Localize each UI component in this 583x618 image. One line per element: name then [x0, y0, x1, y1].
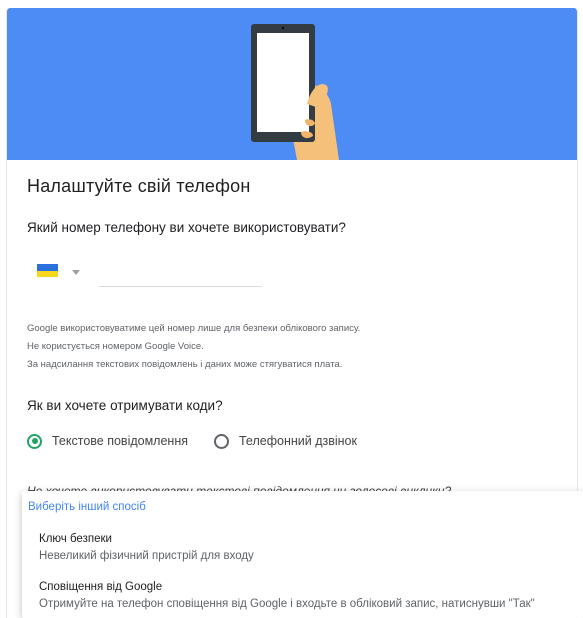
phone-number-input[interactable]: [99, 258, 262, 287]
radio-phone-call[interactable]: Телефонний дзвінок: [214, 432, 357, 450]
menu-item-subtitle: Невеликий фізичний пристрій для входу: [39, 550, 254, 562]
ukraine-flag-icon: [37, 264, 58, 277]
menu-item-google-prompt[interactable]: Сповіщення від Google Отримуйте на телеф…: [39, 579, 579, 613]
phone-question: Який номер телефону ви хочете використов…: [27, 220, 346, 235]
menu-item-title: Ключ безпеки: [39, 533, 112, 545]
codes-question: Як ви хочете отримувати коди?: [27, 398, 223, 413]
radio-checked-icon: [27, 433, 42, 449]
radio-label: Телефонний дзвінок: [239, 434, 357, 448]
menu-item-subtitle: Отримуйте на телефон сповіщення від Goog…: [39, 598, 535, 610]
hero-banner: [7, 8, 577, 160]
note-line: Не користується номером Google Voice.: [27, 341, 204, 352]
phone-notes: Google використовуватиме цей номер лише …: [27, 320, 360, 374]
menu-item-title: Сповіщення від Google: [39, 581, 163, 593]
choose-other-method-link[interactable]: Виберіть інший спосіб: [28, 501, 146, 513]
page-title: Налаштуйте свій телефон: [27, 176, 251, 196]
radio-unchecked-icon: [214, 433, 229, 449]
note-line: За надсилання текстових повідомлень і да…: [27, 359, 343, 370]
radio-label: Текстове повідомлення: [52, 434, 189, 448]
alternative-method-menu: Виберіть інший спосіб Ключ безпеки Невел…: [22, 491, 583, 618]
country-selector[interactable]: [37, 260, 87, 282]
chevron-down-icon: [72, 270, 80, 275]
hand-holding-phone-illustration: [251, 24, 339, 160]
radio-text-message[interactable]: Текстове повідомлення: [27, 432, 188, 450]
note-line: Google використовуватиме цей номер лише …: [27, 323, 361, 334]
menu-item-security-key[interactable]: Ключ безпеки Невеликий фізичний пристрій…: [39, 531, 579, 565]
